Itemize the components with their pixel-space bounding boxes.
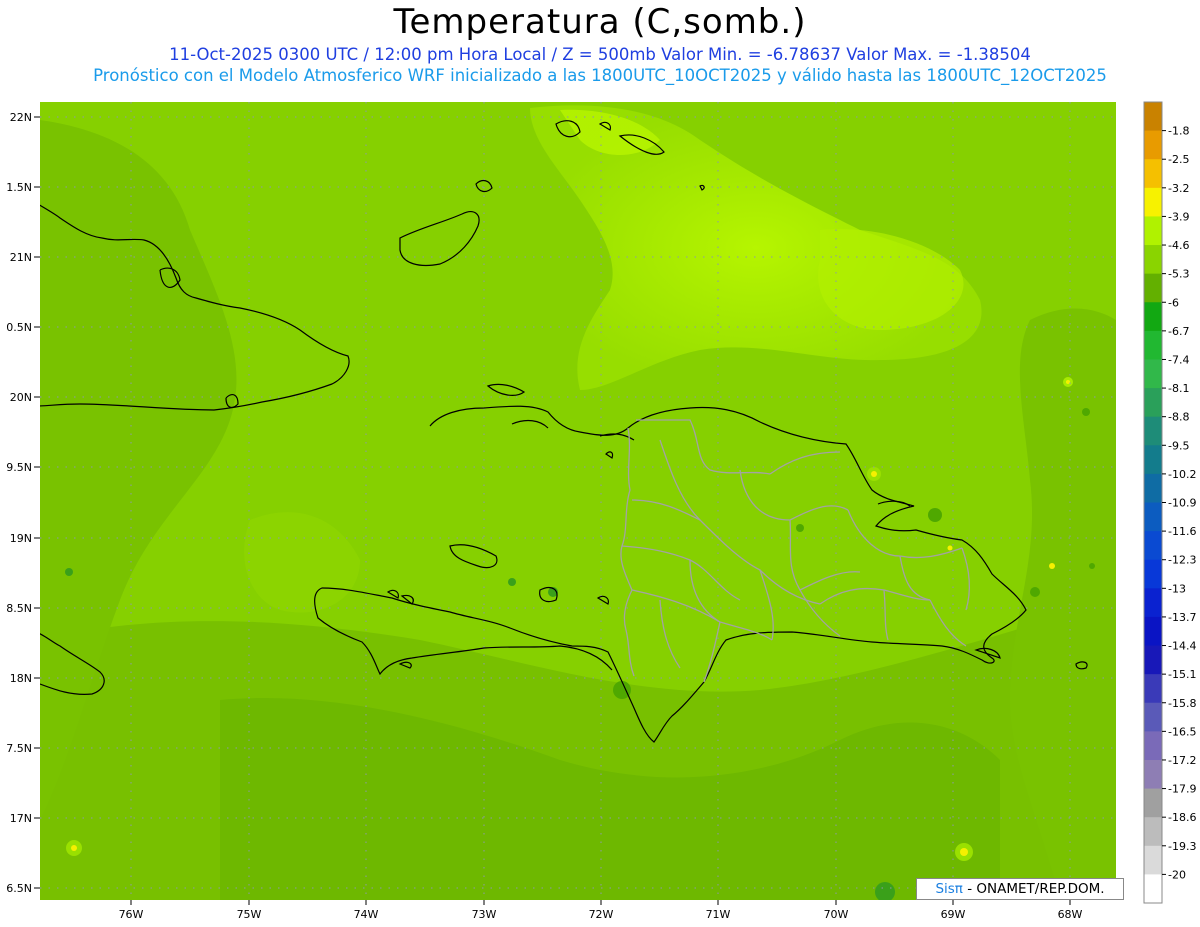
colorbar-label: -2.5 — [1168, 153, 1189, 166]
lon-label: 69W — [941, 908, 966, 921]
lat-label: 19N — [10, 532, 32, 545]
colorbar-swatch — [1144, 616, 1162, 647]
credit-brand: Sisπ — [935, 881, 963, 897]
colorbar-swatch — [1144, 702, 1162, 732]
colorbar-swatch — [1144, 330, 1162, 360]
colorbar-swatch — [1144, 473, 1162, 503]
map-svg: 22N 1.5N 21N 0.5N 20N 9.5N 19N 8.5N 18N … — [6, 101, 1196, 921]
colorbar-swatch — [1144, 817, 1162, 847]
lat-label: 17N — [10, 812, 32, 825]
lat-label: 1.5N — [6, 181, 32, 194]
colorbar-swatch — [1144, 531, 1162, 561]
colorbar-label: -1.8 — [1168, 125, 1189, 138]
colorbar-label: -3.9 — [1168, 210, 1189, 223]
lat-label: 18N — [10, 672, 32, 685]
lat-label: 9.5N — [6, 461, 32, 474]
colorbar-label: -16.5 — [1168, 725, 1196, 738]
lon-label: 71W — [706, 908, 731, 921]
latitude-axis: 22N 1.5N 21N 0.5N 20N 9.5N 19N 8.5N 18N … — [6, 111, 40, 895]
colorbar-swatch — [1144, 388, 1162, 418]
colorbar-label: -20 — [1168, 868, 1186, 881]
colorbar-label: -3.2 — [1168, 182, 1189, 195]
lon-label: 75W — [237, 908, 262, 921]
colorbar-label: -8.8 — [1168, 411, 1189, 424]
colorbar-label: -4.6 — [1168, 239, 1189, 252]
colorbar-label: -19.3 — [1168, 840, 1196, 853]
colorbar-swatch — [1144, 445, 1162, 475]
colorbar-label: -17.9 — [1168, 783, 1196, 796]
lon-label: 73W — [472, 908, 497, 921]
colorbar-swatch — [1144, 502, 1162, 532]
colorbar-swatch — [1144, 273, 1162, 303]
colorbar-label: -15.8 — [1168, 697, 1196, 710]
colorbar-label: -8.1 — [1168, 382, 1189, 395]
colorbar-swatch — [1144, 359, 1162, 389]
colorbar-label: -14.4 — [1168, 640, 1196, 653]
lat-label: 20N — [10, 391, 32, 404]
colorbar-label: -10.2 — [1168, 468, 1196, 481]
colorbar-label: -9.5 — [1168, 439, 1189, 452]
lat-label: 7.5N — [6, 742, 32, 755]
colorbar-swatch — [1144, 416, 1162, 446]
colorbar-label: -12.3 — [1168, 554, 1196, 567]
colorbar-swatch — [1144, 159, 1162, 189]
colorbar-swatch — [1144, 187, 1162, 217]
colorbar-swatch — [1144, 731, 1162, 761]
colorbar-label: -13.7 — [1168, 611, 1196, 624]
credit-source: - ONAMET/REP.DOM. — [962, 881, 1105, 897]
colorbar-label: -10.9 — [1168, 497, 1196, 510]
lon-label: 72W — [589, 908, 614, 921]
colorbar-swatch — [1144, 216, 1162, 246]
colorbar-swatch — [1144, 874, 1162, 904]
lat-label: 6.5N — [6, 882, 32, 895]
colorbar-label: -13 — [1168, 582, 1186, 595]
lon-label: 68W — [1058, 908, 1083, 921]
colorbar-label: -7.4 — [1168, 353, 1189, 366]
lat-label: 22N — [10, 111, 32, 124]
colorbar-swatch — [1144, 645, 1162, 675]
lat-label: 21N — [10, 251, 32, 264]
colorbar-swatch — [1144, 674, 1162, 704]
lon-label: 70W — [824, 908, 849, 921]
colorbar-label: -6 — [1168, 296, 1179, 309]
colorbar-swatch — [1144, 845, 1162, 875]
lon-label: 74W — [354, 908, 379, 921]
colorbar-swatch — [1144, 302, 1162, 332]
lat-label: 8.5N — [6, 602, 32, 615]
longitude-axis: 76W 75W 74W 73W 72W 71W 70W 69W 68W — [119, 900, 1083, 921]
colorbar-label: -11.6 — [1168, 525, 1196, 538]
colorbar-swatch — [1144, 559, 1162, 589]
temperature-field — [40, 102, 1116, 900]
colorbar-swatch — [1144, 759, 1162, 790]
colorbar-label: -17.2 — [1168, 754, 1196, 767]
colorbar-swatch — [1144, 788, 1162, 818]
colorbar-label: -18.6 — [1168, 811, 1196, 824]
lon-label: 76W — [119, 908, 144, 921]
colorbar: -1.8 -2.5 -3.2 -3.9 -4.6 -5.3 -6 -6.7 -7.4 -8.1 -8… — [1143, 101, 1196, 904]
lat-label: 0.5N — [6, 321, 32, 334]
colorbar-swatch — [1144, 102, 1162, 132]
colorbar-swatch — [1144, 130, 1162, 160]
colorbar-label: -6.7 — [1168, 325, 1189, 338]
colorbar-swatch — [1144, 588, 1162, 618]
colorbar-label: -5.3 — [1168, 268, 1189, 281]
credit-box: Sisπ - ONAMET/REP.DOM. — [916, 878, 1124, 900]
colorbar-swatch — [1144, 245, 1162, 275]
colorbar-label: -15.1 — [1168, 668, 1196, 681]
